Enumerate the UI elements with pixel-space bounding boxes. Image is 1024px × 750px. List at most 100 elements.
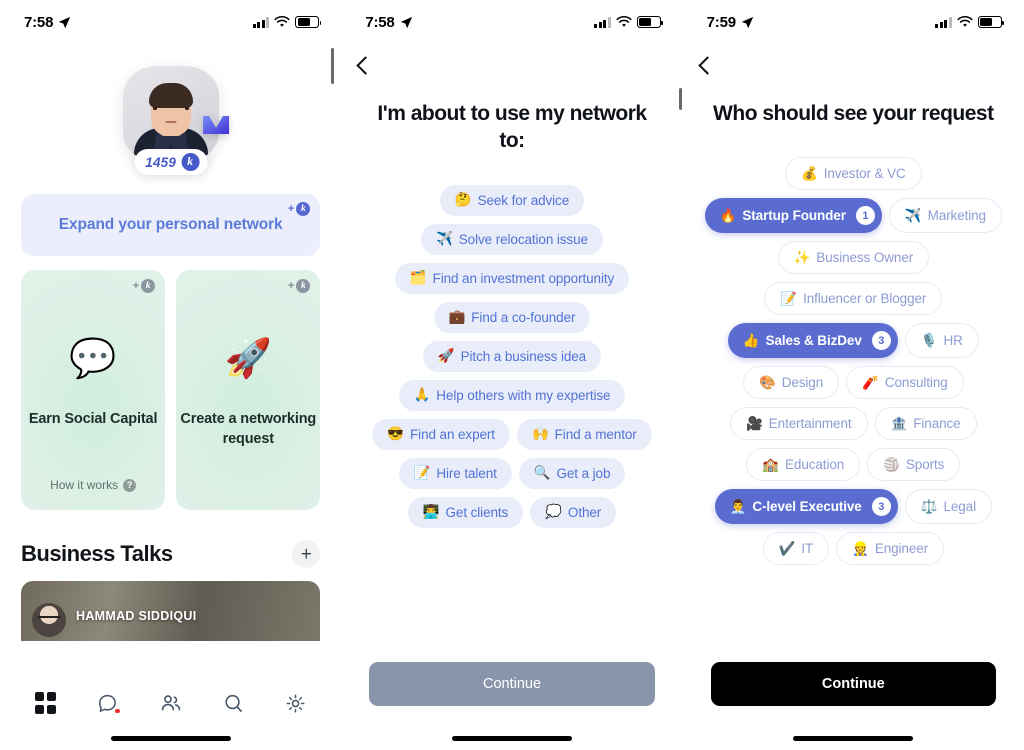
option-label: Solve relocation issue <box>458 231 588 247</box>
tab-chat[interactable] <box>88 688 128 718</box>
audience-tag[interactable]: ✈️ Marketing <box>888 198 1002 234</box>
audience-tag[interactable]: 🏫 Education <box>746 448 861 482</box>
option-label: Find an expert <box>410 426 495 442</box>
back-chevron-icon[interactable] <box>697 55 717 75</box>
home-indicator <box>793 736 914 741</box>
tab-settings[interactable] <box>276 688 316 718</box>
k-coin-icon: k <box>296 279 311 293</box>
option-chip[interactable]: 🙌 Find a mentor <box>516 418 652 450</box>
audience-tag[interactable]: 🏐 Sports <box>867 448 961 482</box>
page-title: I'm about to use my network to: <box>377 102 647 153</box>
notification-badge <box>114 707 121 714</box>
continue-button[interactable]: Continue <box>710 662 996 706</box>
k-coin-icon: k <box>181 153 200 171</box>
score-value: 1459 <box>145 154 177 170</box>
audience-tag-label: Startup Founder <box>742 208 846 224</box>
plus-sign: + <box>287 280 295 292</box>
audience-tag[interactable]: 💰 Investor & VC <box>784 157 922 191</box>
option-chip[interactable]: 🔍 Get a job <box>518 457 626 489</box>
option-label: Get a job <box>556 465 611 481</box>
option-chip[interactable]: 😎 Find an expert <box>372 418 510 450</box>
audience-tag[interactable]: ⚖️ Legal <box>904 489 992 525</box>
continue-button[interactable]: Continue <box>369 662 655 706</box>
audience-tag-label: Consulting <box>884 375 948 391</box>
add-business-talk-button[interactable]: + <box>292 540 321 568</box>
business-talks-header: Business Talks + <box>21 540 321 568</box>
option-chip[interactable]: 👨‍💻 Get clients <box>407 496 524 528</box>
action-cards-row: + k 💬 Earn Social Capital How it works ?… <box>21 270 321 510</box>
audience-tag-label: HR <box>943 333 963 349</box>
expand-network-card[interactable]: Expand your personal network + k <box>21 194 321 256</box>
tab-search[interactable] <box>213 688 253 718</box>
option-chip[interactable]: 📝 Hire talent <box>398 457 512 489</box>
how-it-works-link[interactable]: How it works ? <box>50 478 137 492</box>
audience-tag-label: C-level Executive <box>752 499 862 515</box>
option-chip[interactable]: ✈️ Solve relocation issue <box>421 223 603 255</box>
rocket-icon: 🚀 <box>224 338 272 380</box>
option-chip[interactable]: 🗂️ Find an investment opportunity <box>394 262 630 294</box>
microphone-icon: 🎙️ <box>920 333 938 349</box>
option-chip[interactable]: 💭 Other <box>530 496 617 528</box>
folded-hands-icon: 🙏 <box>413 387 431 403</box>
business-talk-featured-card[interactable]: HAMMAD SIDDIQUI <box>21 581 321 641</box>
fire-icon: 🔥 <box>719 208 737 224</box>
audience-tag[interactable]: ✔️ IT <box>762 532 830 566</box>
crown-badge-icon <box>199 110 233 140</box>
k-coin-icon: k <box>296 202 311 216</box>
audience-tag[interactable]: 🧨 Consulting <box>846 366 964 400</box>
audience-tag-selected[interactable]: 👍 Sales & BizDev 3 <box>727 323 898 359</box>
audience-tag[interactable]: 🎨 Design <box>742 366 840 400</box>
card-earn-social-capital[interactable]: + k 💬 Earn Social Capital How it works ? <box>21 270 166 510</box>
sunglasses-face-icon: 😎 <box>387 426 405 442</box>
how-it-works-label: How it works <box>50 478 119 492</box>
grid-icon <box>34 692 57 714</box>
option-chip[interactable]: 🙏 Help others with my expertise <box>398 379 626 411</box>
option-chip[interactable]: 🚀 Pitch a business idea <box>422 340 602 372</box>
social-capital-score[interactable]: 1459 k <box>134 149 208 175</box>
office-worker-icon: 👨‍💼 <box>729 499 747 515</box>
audience-tag-selected[interactable]: 🔥 Startup Founder 1 <box>704 198 882 234</box>
scroll-indicator-right <box>679 88 682 110</box>
volleyball-icon: 🏐 <box>883 457 900 473</box>
speech-balloon-icon: 💬 <box>69 338 117 380</box>
cellular-signal-icon <box>935 16 952 28</box>
home-indicator <box>451 736 572 741</box>
audience-tag[interactable]: 👷 Engineer <box>836 532 945 566</box>
status-time: 7:59 <box>706 13 736 31</box>
audience-tag[interactable]: 🏦 Finance <box>874 407 977 441</box>
location-arrow-icon <box>59 16 71 28</box>
option-chip[interactable]: 🤔 Seek for advice <box>439 184 585 216</box>
audience-tag[interactable]: ✨ Business Owner <box>777 241 930 275</box>
reward-badge: + k <box>288 202 311 216</box>
balance-scale-icon: ⚖️ <box>920 499 938 515</box>
option-label: Seek for advice <box>477 192 570 208</box>
magnifying-glass-icon: 🔍 <box>533 465 551 481</box>
avatar-wrapper[interactable]: 1459 k <box>122 66 229 175</box>
audience-tag[interactable]: 📝 Influencer or Blogger <box>764 282 943 316</box>
navigation-bar <box>683 44 1024 86</box>
audience-tag[interactable]: 🎥 Entertainment <box>730 407 868 441</box>
selection-count-badge: 1 <box>855 206 875 226</box>
tab-contacts[interactable] <box>151 688 191 718</box>
memo-icon: 📝 <box>780 291 798 307</box>
audience-tag-label: Sales & BizDev <box>765 333 862 349</box>
status-bar: 7:58 <box>0 0 341 44</box>
audience-tag-label: Marketing <box>927 208 986 224</box>
tab-home[interactable] <box>25 688 65 718</box>
option-chip[interactable]: 💼 Find a co-founder <box>433 301 591 333</box>
back-chevron-icon[interactable] <box>356 55 376 75</box>
wifi-icon <box>274 16 290 27</box>
audience-tag-label: Entertainment <box>768 416 852 432</box>
audience-tag-label: Finance <box>913 416 961 432</box>
wifi-icon <box>957 16 973 27</box>
search-icon <box>225 694 242 712</box>
profile-hero: 1459 k <box>0 66 341 186</box>
panel-audience-selection: 7:59 Who should see your request 💰 Invest… <box>682 0 1024 750</box>
audience-tags-list: 💰 Investor & VC 🔥 Startup Founder 1 ✈️ Marke… <box>683 157 1024 566</box>
card-create-networking-request[interactable]: + k 🚀 Create a networking request <box>176 270 321 510</box>
status-bar: 7:59 <box>683 0 1024 44</box>
audience-tag-selected[interactable]: 👨‍💼 C-level Executive 3 <box>714 489 898 525</box>
option-label: Pitch a business idea <box>460 348 587 364</box>
audience-tag[interactable]: 🎙️ HR <box>904 323 979 359</box>
status-indicators <box>594 16 663 28</box>
